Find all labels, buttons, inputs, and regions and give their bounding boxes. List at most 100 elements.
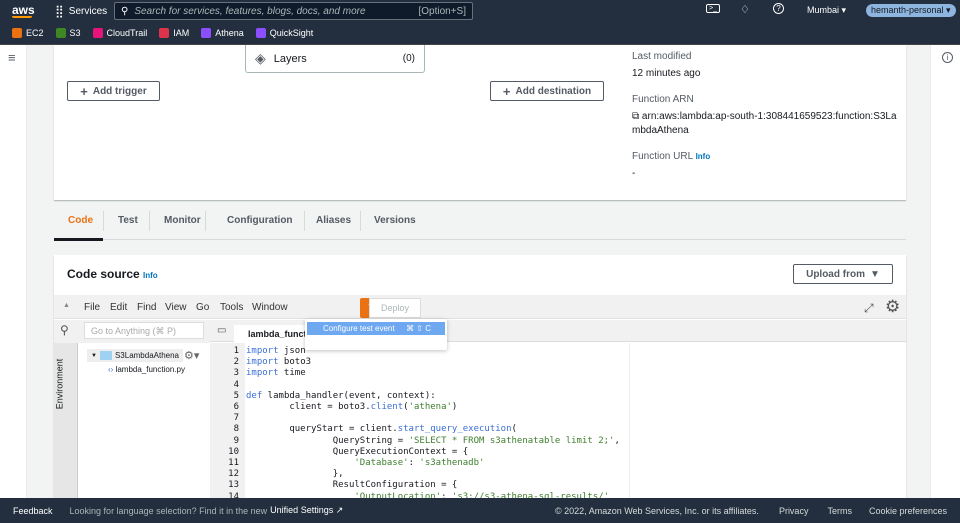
tab-separator [304, 211, 305, 231]
footer: Feedback Looking for language selection?… [0, 498, 960, 523]
code-source-info-link[interactable]: Info [143, 271, 158, 280]
ec2-icon [12, 28, 22, 38]
code-source-title: Code source Info [67, 267, 158, 281]
folder-item[interactable]: ▼ S3LambdaAthena [87, 349, 184, 362]
unified-settings-link[interactable]: Unified Settings ↗ [270, 505, 343, 516]
region-selector[interactable]: Mumbai ▾ [807, 5, 846, 16]
favorite-ec2[interactable]: EC2 [12, 28, 44, 38]
line-number: 9 [233, 435, 239, 446]
right-sidebar: i [930, 45, 960, 498]
tab-code[interactable]: Code [68, 215, 93, 226]
menu-window[interactable]: Window [252, 302, 288, 313]
collapse-icon[interactable]: ▲ [63, 302, 70, 309]
tab-separator [103, 211, 104, 231]
bell-icon[interactable]: ♢ [740, 3, 750, 16]
tab-separator [205, 211, 206, 231]
plus-icon: + [502, 83, 511, 99]
line-number: 13 [228, 480, 239, 491]
menu-view[interactable]: View [165, 302, 187, 313]
quicksight-icon [255, 28, 266, 38]
favorite-s3[interactable]: S3 [55, 28, 81, 38]
line-number: 3 [233, 368, 239, 379]
go-to-anything-input[interactable]: Go to Anything (⌘ P) [84, 322, 204, 339]
left-sidebar: ≡ [0, 45, 27, 498]
fullscreen-icon[interactable]: ⤢ [864, 301, 874, 316]
code-content: import json import boto3 import time def… [246, 346, 620, 498]
favorites-bar: EC2 S3 CloudTrail IAM Athena QuickSight [0, 22, 960, 45]
copy-icon[interactable]: ⧉ [632, 111, 642, 122]
active-tab-indicator [54, 238, 103, 241]
search-input[interactable]: ⚲ Search for services, features, blogs, … [114, 2, 473, 20]
external-link-icon: ↗ [335, 505, 344, 515]
code-editor[interactable]: import json import boto3 import time def… [245, 343, 630, 498]
favorite-iam[interactable]: IAM [159, 28, 189, 38]
line-number: 8 [233, 424, 239, 435]
tab-separator [360, 211, 361, 231]
tab-monitor[interactable]: Monitor [164, 215, 201, 226]
layers-box[interactable]: ◈ Layers (0) [245, 45, 425, 73]
favorite-athena[interactable]: Athena [201, 28, 244, 38]
caret-down-icon: ▼ [869, 268, 880, 280]
tab-configuration[interactable]: Configuration [227, 215, 293, 226]
function-overview: ◈ Layers (0) + Add trigger + Add destinati… [54, 45, 906, 200]
feedback-link[interactable]: Feedback [13, 506, 53, 516]
menu-find[interactable]: Find [137, 302, 156, 313]
favorite-cloudtrail[interactable]: CloudTrail [92, 28, 147, 38]
tab-list-icon[interactable]: ▭ [217, 325, 226, 336]
search-icon: ⚲ [121, 5, 129, 17]
terms-link[interactable]: Terms [827, 506, 852, 516]
privacy-link[interactable]: Privacy [779, 506, 809, 516]
line-number: 1 [233, 346, 239, 356]
line-number: 7 [233, 413, 239, 424]
aws-logo-smile [12, 16, 32, 18]
line-number: 6 [233, 402, 239, 413]
line-number: 5 [233, 390, 239, 401]
test-dropdown-menu: Configure test event ⌘ ⇧ C [305, 319, 447, 350]
editor-blank [630, 343, 906, 498]
add-trigger-button[interactable]: + Add trigger [67, 81, 160, 101]
grid-icon: ⣿ [55, 4, 64, 18]
menu-file[interactable]: File [84, 302, 100, 313]
tab-versions[interactable]: Versions [374, 215, 416, 226]
tab-test[interactable]: Test [118, 215, 138, 226]
line-number: 10 [228, 446, 239, 457]
cookie-preferences-link[interactable]: Cookie preferences [869, 506, 947, 516]
tab-aliases[interactable]: Aliases [316, 215, 351, 226]
cloudtrail-icon [92, 28, 103, 38]
editor-tab[interactable]: lambda_functio [234, 325, 314, 342]
line-number: 11 [228, 458, 239, 469]
menu-go[interactable]: Go [196, 302, 209, 313]
plus-icon: + [80, 83, 88, 99]
file-tree: ▼ S3LambdaAthena ⚙▾ ‹› lambda_function.py [78, 343, 210, 498]
menu-tools[interactable]: Tools [220, 302, 243, 313]
cloudshell-icon[interactable]: >_ [706, 4, 720, 13]
settings-gear-icon[interactable]: ⚙ [885, 297, 900, 317]
menu-edit[interactable]: Edit [110, 302, 127, 313]
hamburger-icon[interactable]: ≡ [8, 50, 16, 65]
file-item[interactable]: ‹› lambda_function.py [108, 365, 185, 374]
configure-test-event-item[interactable]: Configure test event ⌘ ⇧ C [307, 322, 445, 335]
line-number: 12 [228, 469, 239, 480]
help-icon[interactable]: ? [773, 3, 784, 14]
environment-tab[interactable]: Environment [54, 343, 78, 498]
upload-from-button[interactable]: Upload from ▼ [793, 264, 893, 284]
folder-icon [99, 351, 112, 360]
code-source-panel: Code source Info Upload from▼ ▲ Test▼ De… [54, 255, 906, 498]
tab-separator [149, 211, 150, 231]
tabs-divider [54, 239, 906, 240]
info-icon[interactable]: i [942, 52, 953, 63]
athena-icon [201, 28, 212, 38]
search-icon[interactable]: ⚲ [60, 323, 69, 337]
services-menu[interactable]: ⣿ Services [55, 4, 107, 18]
account-menu[interactable]: hemanth-personal ▾ [866, 4, 956, 17]
line-gutter: 1 2 3 4 5 6 7 8 9 10 11 12 13 14 [210, 343, 245, 498]
function-url-info-link[interactable]: Info [696, 152, 711, 161]
deploy-button[interactable]: Deploy [369, 298, 421, 318]
python-file-icon: ‹› [108, 365, 114, 374]
favorite-quicksight[interactable]: QuickSight [255, 28, 313, 38]
aws-logo[interactable]: aws [12, 3, 35, 17]
tree-gear-icon[interactable]: ⚙▾ [184, 349, 199, 362]
function-details: Last modified 12 minutes ago Function AR… [632, 51, 897, 179]
s3-icon [55, 28, 66, 38]
add-destination-button[interactable]: + Add destination [490, 81, 604, 101]
